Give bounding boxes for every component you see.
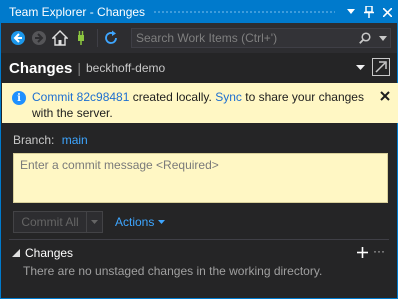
undock-icon [375, 61, 387, 73]
chevron-down-icon [379, 35, 387, 41]
forward-icon [32, 31, 46, 45]
page-menu-button[interactable] [353, 60, 367, 76]
page-title: Changes [9, 59, 73, 77]
commit-link[interactable]: Commit 82c98481 [32, 90, 129, 104]
collapse-icon[interactable] [11, 248, 21, 258]
close-icon [380, 91, 390, 101]
info-bar: i Commit 82c98481 created locally. Sync … [2, 83, 398, 123]
header-divider: | [77, 60, 81, 76]
search-button[interactable] [354, 29, 376, 47]
empty-changes-message: There are no unstaged changes in the wor… [23, 264, 323, 278]
chevron-down-icon [91, 220, 98, 224]
sync-link[interactable]: Sync [215, 90, 242, 104]
back-button[interactable] [9, 29, 27, 47]
close-icon [382, 7, 392, 17]
title-grip[interactable] [153, 9, 335, 15]
connect-icon [78, 31, 84, 45]
window-menu-button[interactable] [343, 4, 359, 20]
search-input[interactable]: Search Work Items (Ctrl+') [132, 31, 354, 45]
toolbar: Search Work Items (Ctrl+') [1, 23, 397, 53]
commit-options-button[interactable] [87, 211, 103, 233]
branch-row: Branch: main [13, 133, 88, 147]
changes-section-header[interactable]: Changes ··· [11, 245, 391, 261]
refresh-icon [105, 30, 117, 44]
stage-all-button[interactable] [355, 245, 369, 259]
toolbar-separator [97, 29, 98, 47]
page-header: Changes | beckhoff-demo [1, 53, 397, 83]
pin-icon [364, 6, 374, 18]
actions-menu[interactable]: Actions [115, 215, 166, 229]
home-button[interactable] [51, 29, 69, 47]
search-icon [359, 32, 371, 44]
info-message: Commit 82c98481 created locally. Sync to… [32, 89, 372, 121]
dismiss-info-button[interactable] [378, 89, 392, 103]
undock-button[interactable] [372, 58, 390, 76]
section-divider [9, 239, 389, 240]
commit-row: Commit All Actions [13, 211, 166, 233]
commit-message-placeholder: Enter a commit message <Required> [20, 158, 219, 172]
connect-button[interactable] [72, 29, 90, 47]
forward-button[interactable] [30, 29, 48, 47]
home-icon [52, 30, 68, 46]
close-window-button[interactable] [379, 4, 395, 20]
back-icon [11, 31, 25, 45]
actions-label: Actions [115, 215, 155, 229]
info-text-1: created locally. [129, 90, 216, 104]
chevron-down-icon [355, 65, 365, 70]
search-work-items[interactable]: Search Work Items (Ctrl+') [131, 28, 391, 48]
changes-section-title: Changes [25, 246, 74, 260]
pin-button[interactable] [361, 4, 377, 20]
repository-name: beckhoff-demo [86, 61, 166, 75]
more-options-button[interactable]: ··· [373, 245, 387, 259]
title-bar: Team Explorer - Changes [1, 1, 397, 23]
commit-message-input[interactable]: Enter a commit message <Required> [13, 153, 388, 203]
refresh-button[interactable] [102, 29, 120, 47]
commit-all-button[interactable]: Commit All [13, 211, 87, 233]
plus-icon [356, 246, 368, 258]
info-icon: i [12, 91, 26, 105]
branch-link[interactable]: main [62, 133, 88, 147]
search-options-button[interactable] [376, 29, 390, 47]
window-title: Team Explorer - Changes [9, 5, 146, 19]
team-explorer-window: Team Explorer - Changes Search Work Item… [0, 0, 398, 299]
chevron-down-icon [158, 220, 166, 224]
branch-label: Branch: [13, 133, 55, 147]
dropdown-arrow-icon [347, 9, 355, 14]
